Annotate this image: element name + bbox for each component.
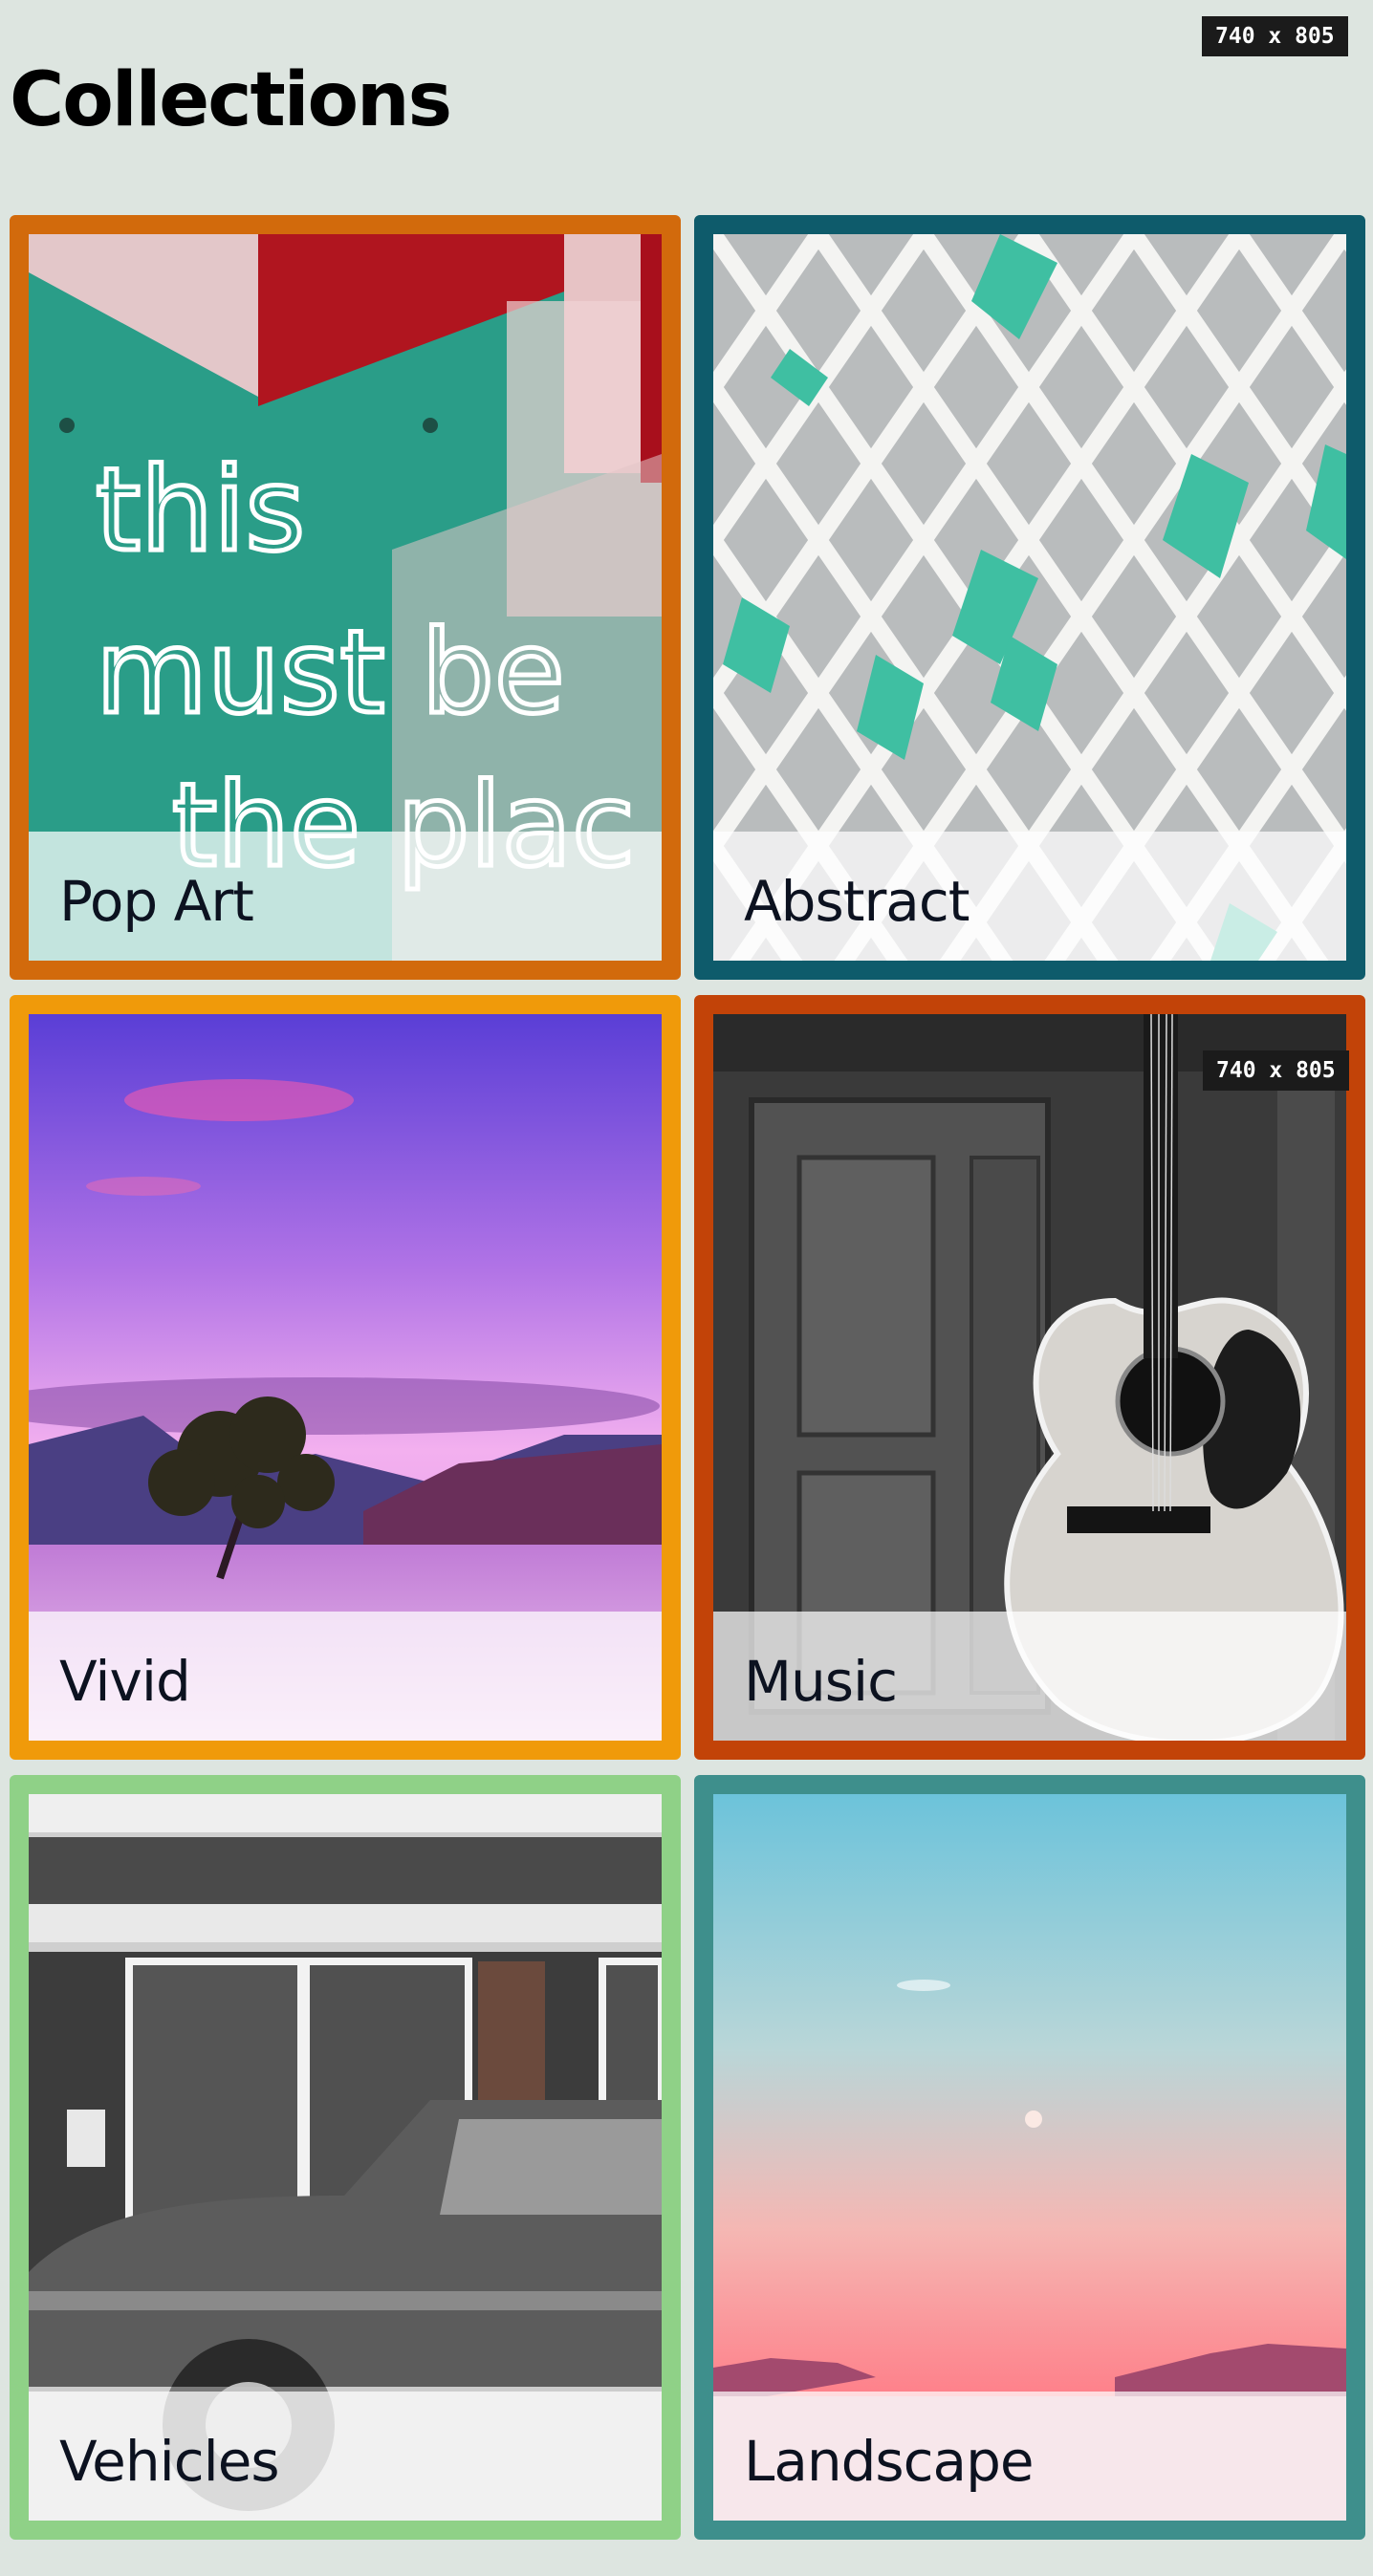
collection-card-music[interactable]: Music bbox=[694, 995, 1365, 1760]
collection-card-vivid[interactable]: Vivid bbox=[10, 995, 681, 1760]
card-label: Vehicles bbox=[59, 2429, 280, 2494]
dimension-badge: 740 x 805 bbox=[1203, 1050, 1349, 1091]
dimension-badge: 740 x 805 bbox=[1202, 16, 1348, 56]
page-title: Collections bbox=[10, 57, 452, 143]
collection-card-vehicles[interactable]: Vehicles bbox=[10, 1775, 681, 2540]
card-label: Pop Art bbox=[59, 869, 254, 934]
neon-text-line-1: this bbox=[96, 444, 305, 577]
card-label: Vivid bbox=[59, 1649, 191, 1714]
neon-text-line-2: must be bbox=[96, 607, 565, 740]
collection-card-landscape[interactable]: Landscape bbox=[694, 1775, 1365, 2540]
card-label: Abstract bbox=[744, 869, 970, 934]
card-label: Landscape bbox=[744, 2429, 1035, 2494]
collection-card-abstract[interactable]: Abstract bbox=[694, 215, 1365, 980]
collection-card-pop-art[interactable]: this must be the plac Pop Art bbox=[10, 215, 681, 980]
card-label: Music bbox=[744, 1649, 898, 1714]
